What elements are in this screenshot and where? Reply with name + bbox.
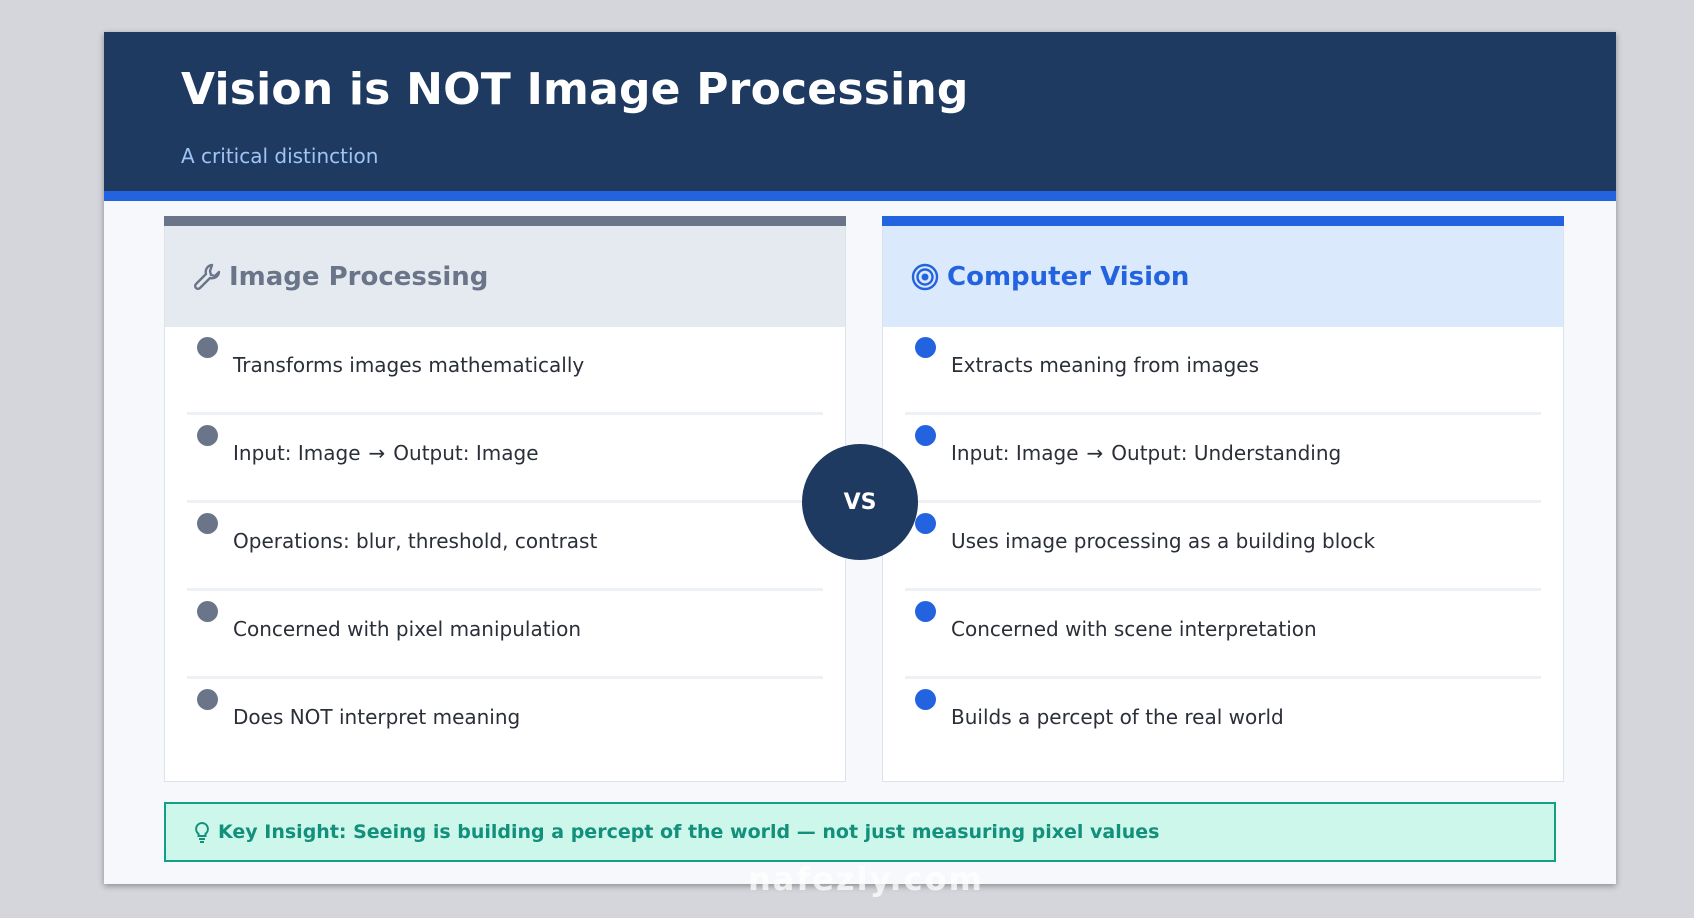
target-icon — [909, 261, 941, 293]
slide-subtitle: A critical distinction — [181, 144, 379, 168]
vs-badge: VS — [802, 444, 918, 560]
item-text: Does NOT interpret meaning — [233, 705, 521, 729]
item-text: Concerned with pixel manipulation — [233, 617, 582, 641]
feature-list: Transforms images mathematically Input: … — [187, 327, 823, 767]
bullet-dot — [915, 513, 936, 534]
slide-title: Vision is NOT Image Processing — [181, 64, 969, 115]
item-text: Concerned with scene interpretation — [951, 617, 1317, 641]
bullet-dot — [197, 601, 218, 622]
item-text: Builds a percept of the real world — [951, 705, 1284, 729]
computer-vision-panel: Computer Vision Extracts meaning from im… — [882, 216, 1564, 782]
list-item: Uses image processing as a building bloc… — [905, 503, 1541, 591]
output-label: Output: Understanding — [1111, 441, 1342, 465]
panel-title: Computer Vision — [947, 261, 1190, 292]
bullet-dot — [915, 337, 936, 358]
item-text: Operations: blur, threshold, contrast — [233, 529, 598, 553]
bullet-dot — [197, 425, 218, 446]
arrow-right-icon: → — [368, 441, 386, 465]
input-label: Input: Image — [951, 441, 1079, 465]
item-text: Uses image processing as a building bloc… — [951, 529, 1376, 553]
list-item: Concerned with scene interpretation — [905, 591, 1541, 679]
insight-text: Key Insight: Seeing is building a percep… — [218, 821, 1160, 843]
arrow-right-icon: → — [1086, 441, 1104, 465]
lightbulb-icon — [192, 820, 212, 844]
input-label: Input: Image — [233, 441, 361, 465]
bullet-dot — [915, 601, 936, 622]
slide-header: Vision is NOT Image Processing A critica… — [104, 32, 1616, 191]
panel-header: Computer Vision — [883, 226, 1563, 327]
list-item: Input: Image → Output: Understanding — [905, 415, 1541, 503]
bullet-dot — [915, 689, 936, 710]
key-insight-banner: Key Insight: Seeing is building a percep… — [164, 802, 1556, 862]
list-item: Extracts meaning from images — [905, 327, 1541, 415]
header-accent-stripe — [104, 191, 1616, 201]
bullet-dot — [197, 337, 218, 358]
output-label: Output: Image — [393, 441, 539, 465]
item-text: Transforms images mathematically — [233, 353, 585, 377]
panel-title: Image Processing — [229, 261, 489, 292]
list-item: Builds a percept of the real world — [905, 679, 1541, 767]
feature-list: Extracts meaning from images Input: Imag… — [905, 327, 1541, 767]
watermark-text: nafezly.com — [748, 860, 984, 898]
panel-header: Image Processing — [165, 226, 845, 327]
bullet-dot — [197, 689, 218, 710]
list-item: Operations: blur, threshold, contrast — [187, 503, 823, 591]
list-item: Input: Image → Output: Image — [187, 415, 823, 503]
panel-top-bar — [164, 216, 846, 226]
item-text: Input: Image → Output: Understanding — [951, 441, 1341, 465]
item-text: Extracts meaning from images — [951, 353, 1260, 377]
slide: Vision is NOT Image Processing A critica… — [104, 32, 1616, 884]
bullet-dot — [197, 513, 218, 534]
item-text: Input: Image → Output: Image — [233, 441, 539, 465]
list-item: Transforms images mathematically — [187, 327, 823, 415]
wrench-icon — [191, 261, 223, 293]
list-item: Concerned with pixel manipulation — [187, 591, 823, 679]
list-item: Does NOT interpret meaning — [187, 679, 823, 767]
image-processing-panel: Image Processing Transforms images mathe… — [164, 216, 846, 782]
bullet-dot — [915, 425, 936, 446]
panel-top-bar — [882, 216, 1564, 226]
